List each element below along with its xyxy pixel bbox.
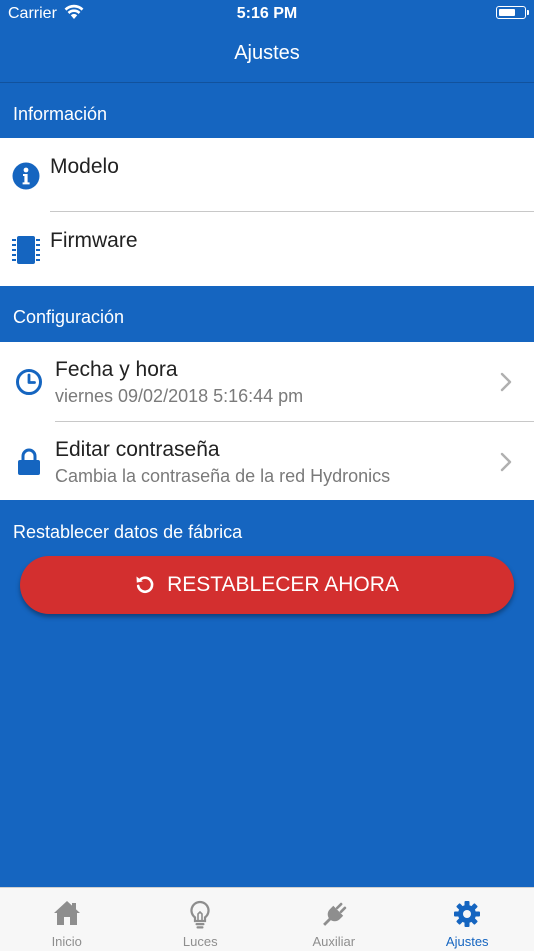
tab-bar: Inicio Luces Auxiliar bbox=[0, 887, 534, 951]
row-fecha-hora[interactable]: Fecha y hora viernes 09/02/2018 5:16:44 … bbox=[0, 342, 534, 422]
row-subtitle-fecha-hora: viernes 09/02/2018 5:16:44 pm bbox=[55, 386, 303, 407]
configuracion-card: Fecha y hora viernes 09/02/2018 5:16:44 … bbox=[0, 342, 534, 500]
chevron-right-icon bbox=[500, 452, 512, 472]
clock-icon bbox=[15, 368, 43, 396]
tab-ajustes[interactable]: Ajustes bbox=[401, 888, 534, 951]
tab-label: Luces bbox=[134, 934, 268, 949]
tab-label: Ajustes bbox=[401, 934, 534, 949]
chip-icon bbox=[12, 234, 40, 266]
section-header-configuracion: Configuración bbox=[13, 307, 124, 328]
section-header-informacion: Información bbox=[13, 104, 107, 125]
restore-icon bbox=[135, 574, 155, 594]
status-time: 5:16 PM bbox=[0, 5, 534, 23]
row-firmware[interactable]: Firmware bbox=[0, 212, 534, 286]
tab-auxiliar[interactable]: Auxiliar bbox=[267, 888, 401, 951]
row-title-modelo: Modelo bbox=[50, 155, 119, 179]
status-bar: Carrier 5:16 PM bbox=[0, 0, 534, 28]
battery-icon bbox=[496, 6, 526, 19]
plug-icon bbox=[320, 900, 348, 930]
row-modelo[interactable]: Modelo bbox=[0, 138, 534, 212]
section-header-reset: Restablecer datos de fábrica bbox=[13, 522, 242, 543]
page-title: Ajustes bbox=[0, 42, 534, 65]
informacion-card: Modelo Firmware bbox=[0, 138, 534, 286]
tab-label: Auxiliar bbox=[267, 934, 401, 949]
nav-bar: Ajustes bbox=[0, 28, 534, 83]
battery-level bbox=[499, 9, 515, 16]
reset-button-label: RESTABLECER AHORA bbox=[167, 573, 399, 596]
row-title-fecha-hora: Fecha y hora bbox=[55, 358, 178, 382]
row-subtitle-editar-contrasena: Cambia la contraseña de la red Hydronics bbox=[55, 466, 390, 487]
chevron-right-icon bbox=[500, 372, 512, 392]
gear-icon bbox=[453, 900, 481, 928]
info-icon bbox=[12, 162, 40, 190]
tab-luces[interactable]: Luces bbox=[134, 888, 268, 951]
tab-inicio[interactable]: Inicio bbox=[0, 888, 134, 951]
row-title-firmware: Firmware bbox=[50, 229, 138, 253]
row-editar-contrasena[interactable]: Editar contraseña Cambia la contraseña d… bbox=[0, 422, 534, 500]
lock-icon bbox=[17, 448, 41, 476]
reset-now-button[interactable]: RESTABLECER AHORA bbox=[20, 556, 514, 614]
lightbulb-icon bbox=[186, 900, 214, 930]
tab-label: Inicio bbox=[0, 934, 134, 949]
row-title-editar-contrasena: Editar contraseña bbox=[55, 438, 220, 462]
home-icon bbox=[53, 900, 81, 926]
